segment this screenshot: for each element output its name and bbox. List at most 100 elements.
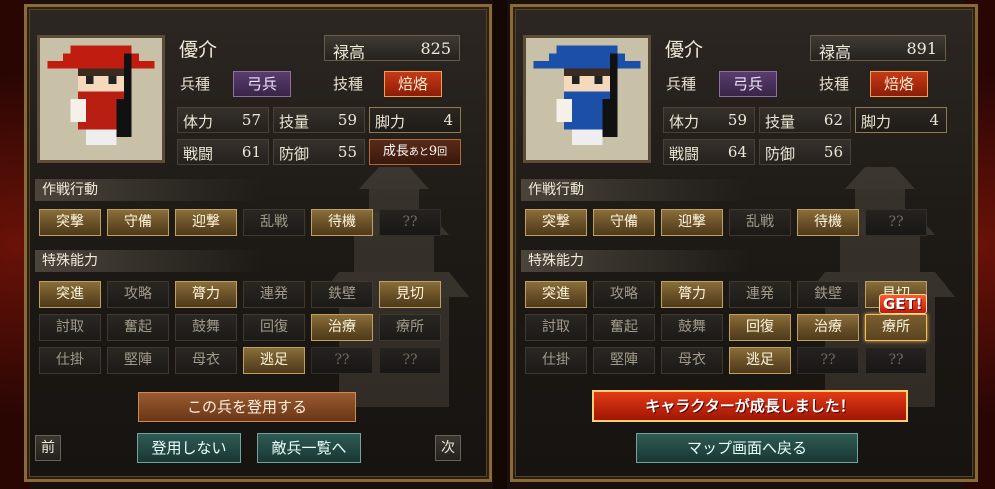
skill-type-label: 技種: [333, 75, 364, 93]
ability-button[interactable]: 守備: [107, 209, 169, 236]
stat-label: 戦闘: [669, 145, 700, 163]
ability-button[interactable]: 突撃: [525, 209, 587, 236]
ability-button[interactable]: 守備: [593, 209, 655, 236]
stat-label: 技量: [279, 113, 310, 131]
stat-tairyoku: 体力 57: [177, 107, 269, 133]
ability-button[interactable]: 回復: [243, 314, 305, 341]
stipend-label: 禄高: [333, 43, 366, 62]
stat-value: 4: [929, 111, 939, 129]
ability-button[interactable]: 見切: [379, 281, 441, 308]
ability-button[interactable]: 討取: [39, 314, 101, 341]
stat-value: 62: [823, 111, 843, 129]
panel-divider: [493, 0, 507, 489]
stat-bogyo: 防御 55: [273, 139, 365, 165]
enemy-list-button[interactable]: 敵兵一覧へ: [257, 433, 361, 463]
soldier-portrait: [37, 35, 165, 163]
ability-button[interactable]: 奮起: [107, 314, 169, 341]
ability-button[interactable]: ??: [379, 347, 441, 374]
soldier-detail-panel-right: 優介 禄高 891 兵種 弓兵 技種 焙烙 体力 59 技量 62 脚力 4 戦…: [510, 4, 978, 482]
stat-giryo: 技量 59: [273, 107, 365, 133]
ability-button[interactable]: 療所: [865, 314, 927, 341]
ability-button[interactable]: 突進: [39, 281, 101, 308]
section-sakusen-title: 作戦行動: [35, 179, 263, 201]
ability-button[interactable]: 攻略: [593, 281, 655, 308]
stat-value: 59: [727, 111, 747, 129]
ability-button[interactable]: 堅陣: [107, 347, 169, 374]
ability-button[interactable]: ??: [379, 209, 441, 236]
ability-button[interactable]: 迎撃: [175, 209, 237, 236]
ability-button[interactable]: 待機: [311, 209, 373, 236]
stat-value: 4: [443, 111, 453, 129]
section-tokushu-title: 特殊能力: [35, 250, 263, 272]
ability-button[interactable]: 鼓舞: [175, 314, 237, 341]
stat-label: 脚力: [861, 113, 892, 131]
stipend-value: 891: [906, 39, 937, 58]
ability-button[interactable]: 母衣: [175, 347, 237, 374]
ability-button[interactable]: 膂力: [175, 281, 237, 308]
stat-value: 55: [337, 143, 357, 161]
stat-value: 64: [727, 143, 747, 161]
ability-button[interactable]: 突進: [525, 281, 587, 308]
soldier-portrait: [523, 35, 651, 163]
skill-type-badge: 焙烙: [870, 71, 928, 97]
ability-button[interactable]: 連発: [729, 281, 791, 308]
ability-button[interactable]: 鉄壁: [797, 281, 859, 308]
ability-button[interactable]: ??: [311, 347, 373, 374]
stat-value: 56: [823, 143, 843, 161]
ability-button[interactable]: 待機: [797, 209, 859, 236]
ability-button[interactable]: ??: [797, 347, 859, 374]
prev-button[interactable]: 前: [35, 435, 61, 461]
ability-button[interactable]: 逃足: [243, 347, 305, 374]
ability-button[interactable]: 治療: [797, 314, 859, 341]
ability-button[interactable]: 堅陣: [593, 347, 655, 374]
section-sakusen-title: 作戦行動: [521, 179, 749, 201]
ability-button[interactable]: 療所: [379, 314, 441, 341]
stat-sento: 戦闘 64: [663, 139, 755, 165]
return-to-map-button[interactable]: マップ画面へ戻る: [636, 433, 858, 463]
ability-button[interactable]: 母衣: [661, 347, 723, 374]
ability-button[interactable]: 乱戦: [729, 209, 791, 236]
skill-type-badge: 焙烙: [384, 71, 442, 97]
stat-label: 防御: [765, 145, 796, 163]
stat-bogyo: 防御 56: [759, 139, 851, 165]
stat-label: 防御: [279, 145, 310, 163]
ability-button[interactable]: 迎撃: [661, 209, 723, 236]
ability-button[interactable]: 仕掛: [39, 347, 101, 374]
unit-type-label: 兵種: [666, 75, 697, 93]
ability-button[interactable]: 討取: [525, 314, 587, 341]
stipend-label: 禄高: [819, 43, 852, 62]
stat-label: 戦闘: [183, 145, 214, 163]
recruit-button[interactable]: この兵を登用する: [138, 392, 356, 422]
section-tokushu-title: 特殊能力: [521, 250, 749, 272]
growth-remaining-badge: 成長あと9回: [369, 139, 461, 165]
stat-value: 61: [241, 143, 261, 161]
ability-button[interactable]: 鼓舞: [661, 314, 723, 341]
stat-label: 体力: [183, 113, 214, 131]
ability-button[interactable]: 仕掛: [525, 347, 587, 374]
ability-button[interactable]: 膂力: [661, 281, 723, 308]
stipend-box: 禄高 825: [324, 35, 460, 62]
stat-label: 脚力: [375, 113, 406, 131]
stat-kyakuryoku: 脚力 4: [369, 107, 461, 133]
stat-value: 59: [337, 111, 357, 129]
ability-button[interactable]: 逃足: [729, 347, 791, 374]
stipend-value: 825: [420, 39, 451, 58]
ability-button[interactable]: ??: [865, 209, 927, 236]
next-button[interactable]: 次: [435, 435, 461, 461]
ability-button[interactable]: 連発: [243, 281, 305, 308]
get-badge: GET!: [879, 294, 927, 314]
ability-button[interactable]: 攻略: [107, 281, 169, 308]
stat-sento: 戦闘 61: [177, 139, 269, 165]
soldier-detail-panel-left: 優介 禄高 825 兵種 弓兵 技種 焙烙 体力 57 技量 59 脚力 4 戦…: [24, 4, 492, 482]
ability-button[interactable]: 鉄壁: [311, 281, 373, 308]
ability-button[interactable]: ??: [865, 347, 927, 374]
ability-button[interactable]: 乱戦: [243, 209, 305, 236]
ability-button[interactable]: 回復: [729, 314, 791, 341]
soldier-name: 優介: [179, 39, 218, 61]
ability-button[interactable]: 奮起: [593, 314, 655, 341]
ability-button[interactable]: 突撃: [39, 209, 101, 236]
stat-kyakuryoku: 脚力 4: [855, 107, 947, 133]
no-recruit-button[interactable]: 登用しない: [137, 433, 241, 463]
growth-mid: あと: [408, 147, 429, 158]
ability-button[interactable]: 治療: [311, 314, 373, 341]
